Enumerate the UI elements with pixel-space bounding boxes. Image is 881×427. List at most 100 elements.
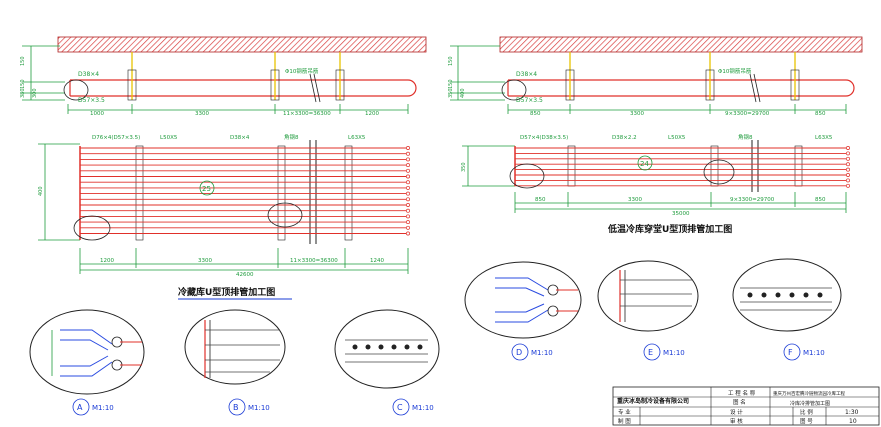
right-circle-label: 24 (640, 160, 649, 168)
detail-f-label: F (788, 348, 793, 357)
svg-text:角钢8: 角钢8 (738, 133, 753, 141)
svg-text:3300: 3300 (198, 258, 212, 264)
right-plan-pipe-end (846, 146, 850, 150)
svg-text:3300: 3300 (195, 111, 209, 117)
svg-text:850: 850 (815, 197, 826, 203)
svg-text:11×3300=36300: 11×3300=36300 (290, 258, 338, 264)
right-plan-dimensions: 850 3300 9×3300=29700 850 35000 (514, 192, 847, 217)
svg-text:300: 300 (32, 88, 38, 98)
right-plan-pipe-end (846, 162, 850, 167)
right-label-bracket: D57×3.5 (516, 97, 543, 104)
right-plan-pipe-end (846, 156, 850, 161)
svg-text:1200: 1200 (100, 258, 114, 264)
left-plan-pipe-end (406, 208, 410, 213)
right-label-rod: Φ10钢筋吊筋 (718, 67, 752, 75)
detail-d-scale: M1:10 (531, 349, 553, 357)
title-company: 重庆冰岛制冷设备有限公司 (617, 397, 689, 405)
detail-c-scale: M1:10 (412, 404, 434, 412)
detail-c (334, 309, 440, 389)
svg-text:850: 850 (535, 197, 546, 203)
right-plan-labels: D57×4(D38×3.5) D38×2.2 L50X5 角钢8 L63X5 (520, 133, 833, 141)
detail-e-label: E (648, 348, 653, 357)
detail-b (184, 309, 286, 385)
title-sheet-value: 10 (849, 418, 857, 425)
left-side-dims: 150 150 380 300 (20, 56, 38, 98)
title-review-label: 审 核 (730, 417, 743, 425)
detail-b-scale: M1:10 (248, 404, 270, 412)
right-drawing-caption: 低温冷库穿堂U型顶排管加工图 (607, 223, 732, 235)
left-plan-pipe-end (406, 146, 410, 150)
svg-text:380: 380 (20, 88, 26, 98)
svg-text:400: 400 (38, 186, 44, 196)
svg-text:35000: 35000 (672, 211, 690, 217)
title-block: 重庆冰岛制冷设备有限公司 工 程 名 称 重庆万州百宏腾冷链物流园冷库工程 图 … (612, 386, 880, 426)
title-project-name: 重庆万州百宏腾冷链物流园冷库工程 (773, 390, 845, 397)
left-drawing: D38×4 D57×3.5 Φ10钢筋吊筋 150 150 380 300 10… (20, 36, 427, 300)
right-elevation-dimensions: 850 3300 9×3300=29700 850 (507, 104, 847, 117)
svg-text:3300: 3300 (630, 111, 644, 117)
title-scale-label: 比 例 (800, 408, 813, 416)
left-label-rod: Φ10钢筋吊筋 (285, 67, 319, 75)
svg-text:角钢8: 角钢8 (284, 133, 299, 141)
left-ceiling-slab (57, 36, 427, 53)
right-plan-pipe-end (846, 178, 850, 183)
left-plan-pipe-end (406, 220, 410, 225)
left-label-bracket: D57×3.5 (78, 97, 105, 104)
title-drawing-name: 冷库冷排管加工图 (790, 400, 830, 407)
svg-text:9×3300=29700: 9×3300=29700 (730, 197, 775, 203)
left-elevation-dimensions: 1000 3300 11×3300=36300 1200 (67, 104, 409, 117)
detail-c-label: C (397, 403, 403, 412)
title-drawn-label: 制 图 (618, 417, 631, 425)
svg-text:L50X5: L50X5 (668, 135, 686, 141)
svg-text:D38×4: D38×4 (230, 135, 250, 141)
svg-text:D38×2.2: D38×2.2 (612, 135, 637, 141)
detail-f (732, 258, 842, 332)
left-plan-pipe-end (406, 157, 410, 162)
svg-text:150: 150 (448, 79, 454, 89)
svg-text:1240: 1240 (370, 258, 384, 264)
svg-text:1000: 1000 (90, 111, 104, 117)
right-elevation-pipe (507, 73, 855, 103)
svg-text:150: 150 (20, 79, 26, 89)
svg-text:850: 850 (530, 111, 541, 117)
right-plan-pipe-end (846, 183, 850, 188)
left-plan-pipe-end (406, 180, 410, 185)
left-plan-pipe-end (406, 174, 410, 179)
svg-text:150: 150 (20, 56, 26, 66)
title-design-label: 设 计 (730, 408, 743, 416)
title-sheet-label: 图 号 (800, 417, 813, 425)
title-project-label: 工 程 名 称 (728, 389, 756, 397)
right-plan-pipe-end (846, 173, 850, 177)
right-label-pipe: D38×4 (516, 71, 537, 78)
svg-text:350: 350 (461, 162, 467, 172)
left-plan-pipe-end (406, 225, 410, 230)
right-ceiling-slab (499, 36, 863, 53)
svg-text:850: 850 (815, 111, 826, 117)
left-hanger-rods (127, 52, 345, 101)
left-plan-pipe-end (406, 191, 410, 196)
left-plan-pipe-end (406, 185, 410, 190)
left-plan-pipe-end (406, 197, 410, 202)
detail-a-scale: M1:10 (92, 404, 114, 412)
cad-drawing-canvas: D38×4 D57×3.5 Φ10钢筋吊筋 150 150 380 300 10… (20, 36, 880, 426)
left-plan-view: 400 (38, 140, 410, 244)
right-hanger-rods (565, 52, 800, 101)
detail-e (597, 260, 699, 332)
svg-text:350: 350 (448, 88, 454, 98)
left-plan-pipe-end (406, 231, 410, 236)
right-plan-pipe-end (846, 151, 850, 156)
detail-d-label: D (516, 348, 522, 357)
left-circle-label: 25 (202, 185, 211, 193)
left-plan-pipe-end (406, 203, 410, 207)
svg-text:L50X5: L50X5 (160, 135, 178, 141)
left-plan-pipe-end (406, 151, 410, 156)
left-plan-pipe-end (406, 163, 410, 168)
svg-text:9×3300=29700: 9×3300=29700 (725, 111, 770, 117)
svg-text:D76×4(D57×3.5): D76×4(D57×3.5) (92, 135, 140, 141)
left-elevation-pipe (69, 73, 417, 103)
svg-text:1200: 1200 (365, 111, 379, 117)
left-label-pipe: D38×4 (78, 71, 99, 78)
right-drawing: D38×4 D57×3.5 Φ10钢筋吊筋 150 150 350 400 85… (448, 36, 863, 235)
svg-text:400: 400 (460, 88, 466, 98)
title-drawing-label: 图 名 (733, 398, 746, 406)
